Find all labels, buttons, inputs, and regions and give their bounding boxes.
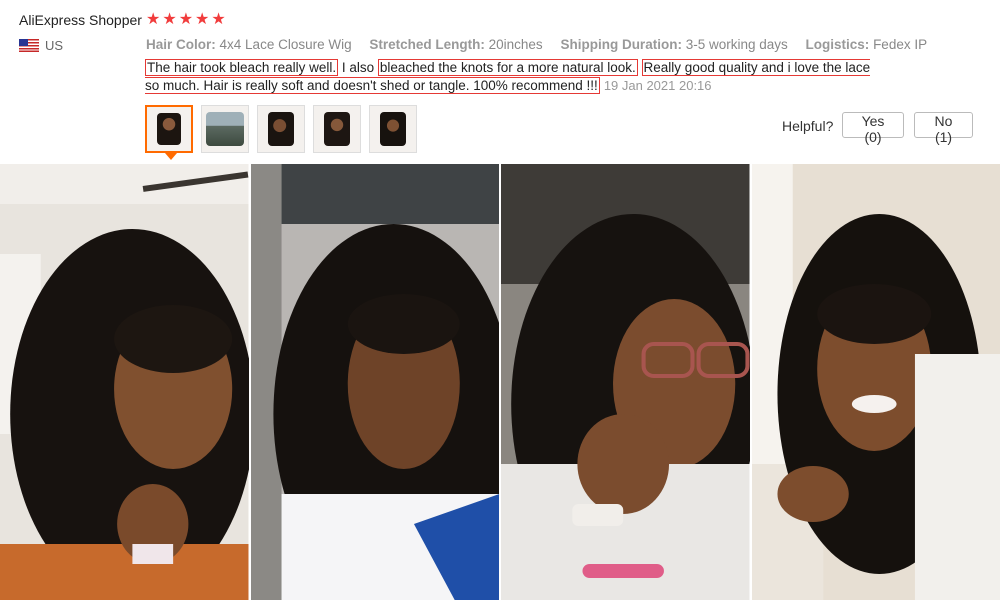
review-date: 19 Jan 2021 20:16 [603,78,712,93]
review-block: AliExpress Shopper ★ ★ ★ ★ ★ US Hair Col… [0,0,1000,162]
review-photo[interactable] [0,164,249,600]
photo-thumbnail[interactable] [369,105,417,153]
rating-stars: ★ ★ ★ ★ ★ [146,10,226,30]
photo-thumbnail[interactable] [257,105,305,153]
attr-key: Hair Color: [146,37,216,52]
active-thumbnail-caret [165,153,177,160]
photo-thumbnail[interactable] [313,105,361,153]
attr-value: Fedex IP [873,37,928,52]
review-text: The hair took bleach really well. I also… [145,59,875,95]
attr-value: 4x4 Lace Closure Wig [219,37,352,52]
star-icon: ★ [195,11,210,28]
review-photos-strip [0,164,1000,600]
highlighted-phrase: The hair took bleach really well. [145,59,339,76]
attr-key: Logistics: [805,37,870,52]
highlighted-phrase: bleached the knots for a more natural lo… [377,59,638,76]
star-icon: ★ [162,11,177,28]
review-photo[interactable] [250,164,499,600]
photo-thumbnails [145,105,417,153]
helpful-label: Helpful? [782,118,834,134]
purchase-attributes: Hair Color: 4x4 Lace Closure Wig Stretch… [146,37,941,52]
review-text-part [638,60,642,75]
attr-key: Shipping Duration: [560,37,682,52]
reviewer-country: US [19,38,63,53]
attr-value: 3-5 working days [685,37,788,52]
attr-key: Stretched Length: [369,37,485,52]
photo-thumbnail[interactable] [201,105,249,153]
review-photo[interactable] [751,164,1000,600]
review-photo[interactable] [501,164,750,600]
country-label: US [45,38,64,53]
helpful-yes-button[interactable]: Yes (0) [842,112,904,145]
helpful-no-button[interactable]: No (1) [914,112,973,145]
photo-thumbnail[interactable] [145,105,193,153]
us-flag-icon [19,39,39,52]
star-icon: ★ [211,11,226,28]
attr-value: 20inches [488,37,543,52]
star-icon: ★ [178,11,194,28]
reviewer-name: AliExpress Shopper [19,12,142,28]
star-icon: ★ [146,11,161,28]
review-text-part: I also [338,60,378,75]
